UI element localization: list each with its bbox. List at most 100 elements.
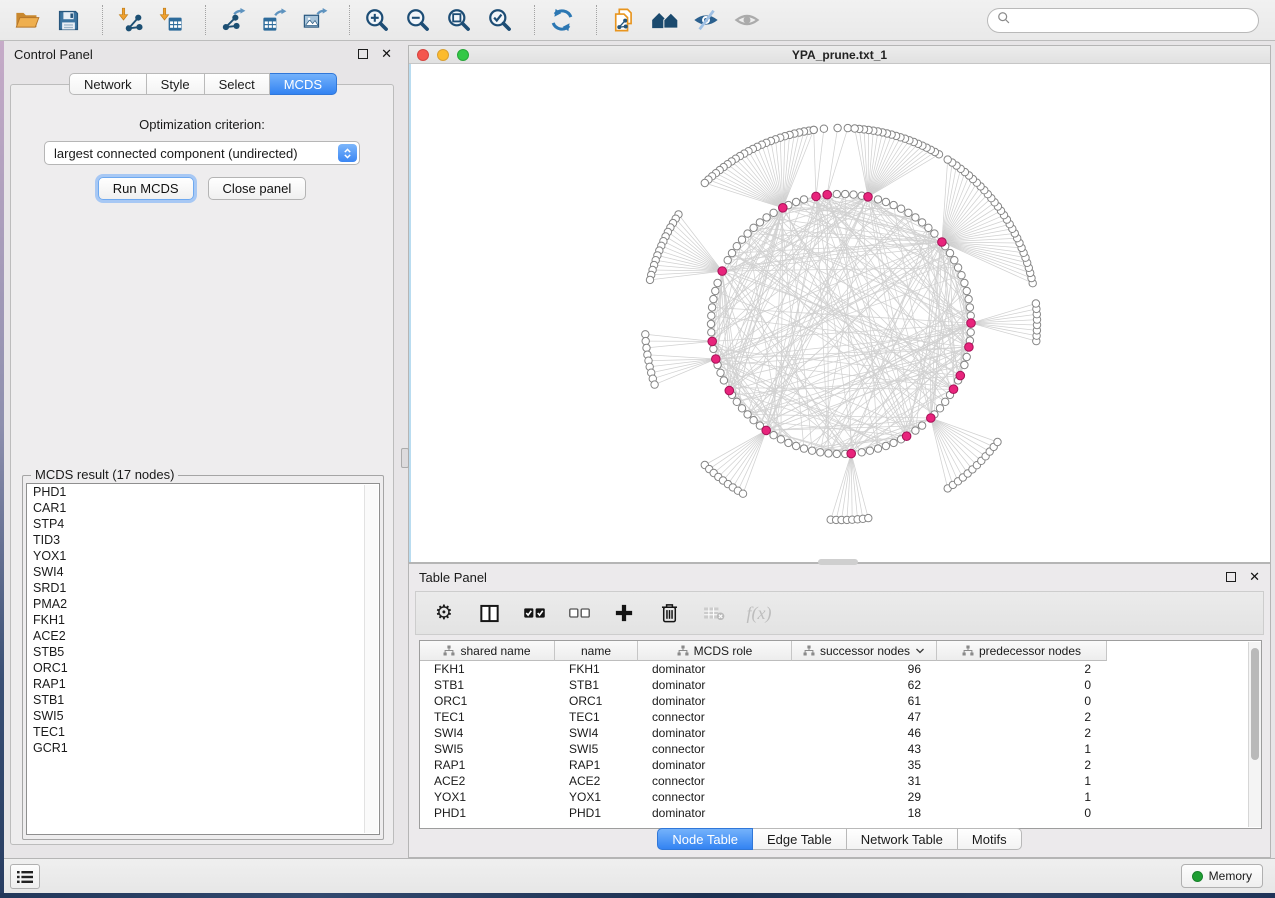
- table-row[interactable]: PHD1PHD1dominator180: [420, 805, 1248, 821]
- table-cell: PHD1: [420, 805, 555, 821]
- tab-network[interactable]: Network: [69, 73, 147, 95]
- table-cell: 2: [937, 725, 1107, 741]
- save-session-icon[interactable]: [51, 4, 85, 36]
- mcds-result-item[interactable]: TID3: [27, 532, 379, 548]
- table-row[interactable]: RAP1RAP1dominator352: [420, 757, 1248, 773]
- close-panel-button[interactable]: Close panel: [208, 177, 307, 200]
- close-panel-icon[interactable]: ✕: [381, 46, 392, 62]
- tab-node-table[interactable]: Node Table: [657, 828, 753, 850]
- table-scrollbar[interactable]: [1248, 642, 1261, 827]
- hide-graphics-details-icon[interactable]: [689, 4, 723, 36]
- delete-columns-icon[interactable]: [655, 599, 683, 627]
- column-header-successor-nodes[interactable]: successor nodes: [792, 641, 937, 661]
- table-row[interactable]: TEC1TEC1connector472: [420, 709, 1248, 725]
- float-window-icon[interactable]: [358, 49, 368, 59]
- table-cell: TEC1: [555, 709, 638, 725]
- table-cell: 62: [792, 677, 937, 693]
- column-header-shared-name[interactable]: shared name: [420, 641, 555, 661]
- zoom-fit-icon[interactable]: [442, 4, 476, 36]
- birdseye-view-icon[interactable]: [648, 4, 682, 36]
- tab-mcds[interactable]: MCDS: [270, 73, 337, 95]
- table-cell: dominator: [638, 805, 792, 821]
- mcds-result-item[interactable]: SWI4: [27, 564, 379, 580]
- vertical-splitter-handle[interactable]: [401, 448, 409, 468]
- toolbar-separator: [596, 5, 597, 35]
- table-row[interactable]: SWI5SWI5connector431: [420, 741, 1248, 757]
- create-column-icon[interactable]: [610, 599, 638, 627]
- open-session-icon[interactable]: [10, 4, 44, 36]
- table-row[interactable]: STB1STB1dominator620: [420, 677, 1248, 693]
- toolbar-separator: [102, 5, 103, 35]
- table-panel-title: Table Panel: [419, 570, 487, 585]
- mcds-result-title: MCDS result (17 nodes): [31, 467, 178, 482]
- export-network-icon[interactable]: [216, 4, 250, 36]
- mcds-result-item[interactable]: SWI5: [27, 708, 379, 724]
- search-input[interactable]: [1011, 11, 1258, 31]
- clone-network-icon[interactable]: [607, 4, 641, 36]
- mcds-buttons: Run MCDS Close panel: [11, 177, 393, 200]
- mcds-result-item[interactable]: PHD1: [27, 484, 379, 500]
- mcds-result-item[interactable]: STP4: [27, 516, 379, 532]
- table-row[interactable]: ACE2ACE2connector311: [420, 773, 1248, 789]
- mcds-result-item[interactable]: STB1: [27, 692, 379, 708]
- search-box[interactable]: [987, 8, 1259, 33]
- mcds-result-item[interactable]: YOX1: [27, 548, 379, 564]
- zoom-selected-icon[interactable]: [483, 4, 517, 36]
- table-settings-icon[interactable]: ⚙: [430, 599, 458, 627]
- mcds-result-item[interactable]: ACE2: [27, 628, 379, 644]
- table-cell: 2: [937, 709, 1107, 725]
- table-row[interactable]: FKH1FKH1dominator962: [420, 661, 1248, 677]
- unselect-all-rows-icon[interactable]: [565, 599, 593, 627]
- column-layout-icon[interactable]: [475, 599, 503, 627]
- close-panel-icon[interactable]: ✕: [1249, 569, 1260, 585]
- tab-select[interactable]: Select: [205, 73, 270, 95]
- network-canvas[interactable]: [409, 64, 1270, 562]
- mcds-result-item[interactable]: GCR1: [27, 740, 379, 756]
- mcds-result-item[interactable]: TEC1: [27, 724, 379, 740]
- mcds-result-item[interactable]: SRD1: [27, 580, 379, 596]
- table-row[interactable]: YOX1YOX1connector291: [420, 789, 1248, 805]
- control-panel-tabs: NetworkStyleSelectMCDS: [69, 73, 337, 95]
- mcds-result-item[interactable]: FKH1: [27, 612, 379, 628]
- table-cell: FKH1: [555, 661, 638, 677]
- tab-edge-table[interactable]: Edge Table: [753, 828, 847, 850]
- table-cell: SWI5: [420, 741, 555, 757]
- task-history-button[interactable]: [10, 864, 40, 889]
- table-cell: 43: [792, 741, 937, 757]
- float-window-icon[interactable]: [1226, 572, 1236, 582]
- tab-motifs[interactable]: Motifs: [958, 828, 1022, 850]
- result-list-scrollbar[interactable]: [364, 485, 378, 833]
- mcds-result-item[interactable]: PMA2: [27, 596, 379, 612]
- table-cell: dominator: [638, 677, 792, 693]
- memory-button[interactable]: Memory: [1181, 864, 1263, 888]
- tab-style[interactable]: Style: [147, 73, 205, 95]
- table-cell: 0: [937, 805, 1107, 821]
- mcds-result-item[interactable]: CAR1: [27, 500, 379, 516]
- export-image-icon[interactable]: [298, 4, 332, 36]
- zoom-out-icon[interactable]: [401, 4, 435, 36]
- table-cell: SWI4: [420, 725, 555, 741]
- mcds-result-item[interactable]: ORC1: [27, 660, 379, 676]
- network-title: YPA_prune.txt_1: [409, 48, 1270, 62]
- column-header-name[interactable]: name: [555, 641, 638, 661]
- criterion-select[interactable]: largest connected component (undirected): [44, 141, 360, 165]
- tab-network-table[interactable]: Network Table: [847, 828, 958, 850]
- zoom-in-icon[interactable]: [360, 4, 394, 36]
- table-row[interactable]: SWI4SWI4dominator462: [420, 725, 1248, 741]
- column-header-predecessor-nodes[interactable]: predecessor nodes: [937, 641, 1107, 661]
- select-all-rows-icon[interactable]: [520, 599, 548, 627]
- memory-status-icon: [1192, 871, 1203, 882]
- export-table-icon[interactable]: [257, 4, 291, 36]
- import-network-icon[interactable]: [113, 4, 147, 36]
- column-header-MCDS-role[interactable]: MCDS role: [638, 641, 792, 661]
- mcds-result-list[interactable]: PHD1CAR1STP4TID3YOX1SWI4SRD1PMA2FKH1ACE2…: [26, 483, 380, 835]
- run-mcds-button[interactable]: Run MCDS: [98, 177, 194, 200]
- table-row[interactable]: ORC1ORC1dominator610: [420, 693, 1248, 709]
- horizontal-splitter-handle[interactable]: [818, 559, 858, 565]
- mcds-result-item[interactable]: RAP1: [27, 676, 379, 692]
- table-scrollbar-thumb[interactable]: [1251, 648, 1259, 760]
- refresh-icon[interactable]: [545, 4, 579, 36]
- mcds-result-item[interactable]: STB5: [27, 644, 379, 660]
- network-window-titlebar[interactable]: YPA_prune.txt_1: [409, 46, 1270, 64]
- import-table-icon[interactable]: [154, 4, 188, 36]
